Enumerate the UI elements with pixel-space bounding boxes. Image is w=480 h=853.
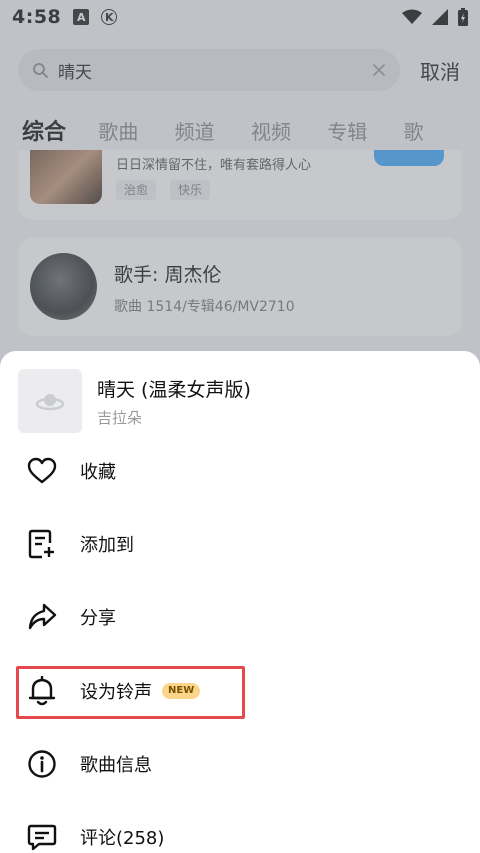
song-title: 晴天 (温柔女声版) xyxy=(97,379,251,401)
placeholder-logo-icon xyxy=(35,394,65,411)
menu-item-add-to[interactable]: 添加到 xyxy=(18,514,462,574)
info-icon xyxy=(18,740,66,788)
menu-item-set-ringtone[interactable]: 设为铃声 NEW xyxy=(18,661,462,721)
menu-label: 分享 xyxy=(80,608,116,629)
menu-label: 添加到 xyxy=(80,535,134,556)
menu-item-comments[interactable]: 评论(258) xyxy=(18,807,462,853)
menu-label: 歌曲信息 xyxy=(80,755,152,776)
song-artist: 吉拉朵 xyxy=(97,409,143,427)
menu-item-share[interactable]: 分享 xyxy=(18,587,462,647)
comment-icon xyxy=(18,813,66,853)
heart-icon xyxy=(18,447,66,495)
menu-label: 设为铃声 xyxy=(80,682,152,703)
bell-icon xyxy=(18,667,66,715)
song-header: 晴天 (温柔女声版) 吉拉朵 xyxy=(18,369,462,433)
menu-item-favorite[interactable]: 收藏 xyxy=(18,441,462,501)
new-badge: NEW xyxy=(162,683,201,699)
share-icon xyxy=(18,593,66,641)
menu-label: 评论(258) xyxy=(80,828,165,849)
menu-item-song-info[interactable]: 歌曲信息 xyxy=(18,734,462,794)
menu-label: 收藏 xyxy=(80,462,116,483)
add-to-playlist-icon xyxy=(18,520,66,568)
song-cover xyxy=(18,369,82,433)
